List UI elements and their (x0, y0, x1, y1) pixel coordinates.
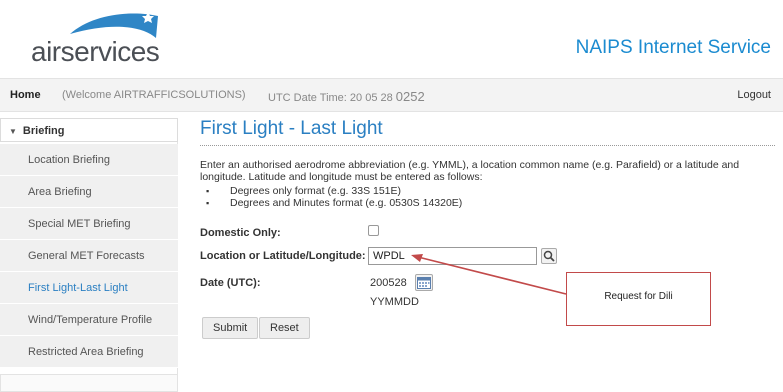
annotation-callout: Request for Dili (566, 272, 711, 326)
annotation-arrow (411, 254, 567, 295)
annotation-text: Request for Dili (604, 291, 673, 302)
